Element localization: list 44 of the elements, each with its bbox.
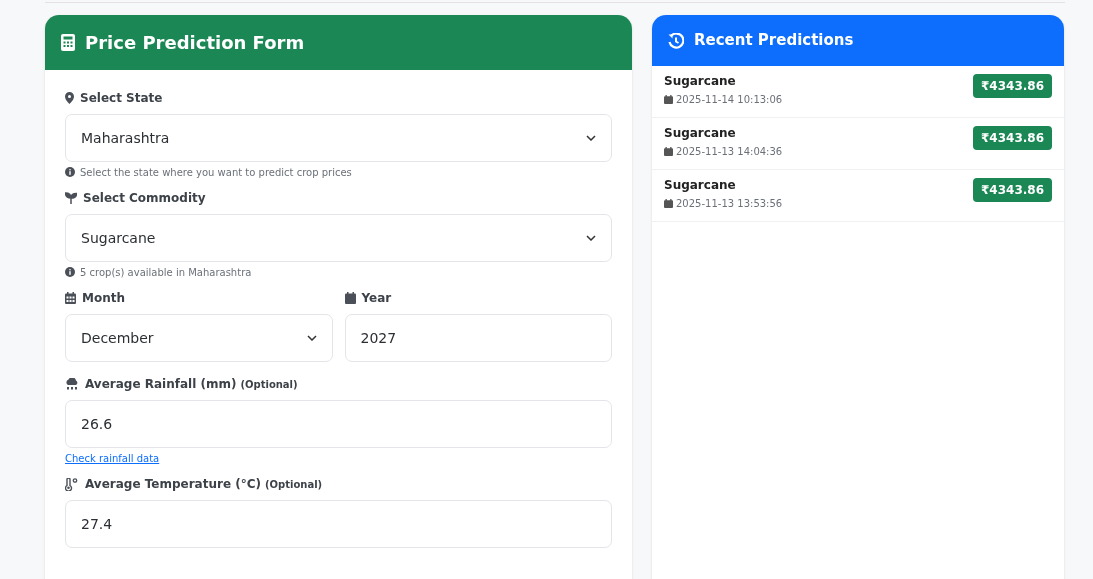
- price-badge: ₹4343.86: [973, 74, 1052, 98]
- select-field[interactable]: December: [65, 314, 333, 362]
- calendar-icon: [344, 292, 356, 304]
- select-field[interactable]: Maharashtra: [65, 114, 612, 162]
- optional-note: (Optional): [265, 477, 323, 492]
- calendar-icon: [664, 95, 673, 104]
- hint-text: 5 crop(s) available in Maharashtra: [80, 265, 252, 280]
- calendar-icon: [664, 199, 673, 208]
- crop-name: Sugarcane: [664, 125, 737, 142]
- rain-cloud-icon: [65, 378, 79, 390]
- crop-name: Sugarcane: [664, 177, 737, 194]
- calendar-icon: [65, 292, 76, 304]
- prediction-time: 2025-11-14 10:13:06: [676, 93, 783, 107]
- calendar-icon: [664, 147, 673, 156]
- input-field[interactable]: 26.6: [65, 400, 612, 448]
- input-field[interactable]: 2027: [344, 314, 612, 362]
- chevron-down-icon: [586, 135, 596, 141]
- field-label: Year: [361, 290, 392, 307]
- rainfall-link[interactable]: Check rainfall data: [65, 450, 160, 466]
- info-icon: [65, 267, 75, 277]
- optional-note: (Optional): [240, 377, 298, 392]
- select-field[interactable]: Sugarcane: [65, 214, 612, 262]
- hint-text: Select the state where you want to predict crop prices: [80, 165, 352, 180]
- form-title: Price Prediction Form: [85, 31, 305, 55]
- thermometer-icon: [65, 477, 79, 491]
- input-field[interactable]: 27.4: [65, 500, 612, 548]
- prediction-time: 2025-11-13 13:53:56: [676, 197, 783, 211]
- field-label: Month: [82, 290, 125, 307]
- prediction-time: 2025-11-13 14:04:36: [676, 145, 783, 159]
- history-icon: [668, 32, 684, 49]
- info-icon: [65, 167, 75, 177]
- recent-title: Recent Predictions: [694, 30, 854, 52]
- chevron-down-icon: [586, 235, 596, 241]
- field-label: Select State: [80, 90, 163, 107]
- price-badge: ₹4343.86: [973, 126, 1052, 150]
- crop-name: Sugarcane: [664, 73, 737, 90]
- price-badge: ₹4343.86: [973, 178, 1052, 202]
- field-label: Average Temperature (°C): [85, 476, 261, 493]
- seedling-icon: [65, 192, 77, 204]
- pin-icon: [65, 92, 74, 104]
- field-label: Average Rainfall (mm): [85, 376, 237, 393]
- chevron-down-icon: [306, 335, 317, 341]
- calculator-icon: [61, 34, 75, 51]
- field-label: Select Commodity: [83, 190, 206, 207]
